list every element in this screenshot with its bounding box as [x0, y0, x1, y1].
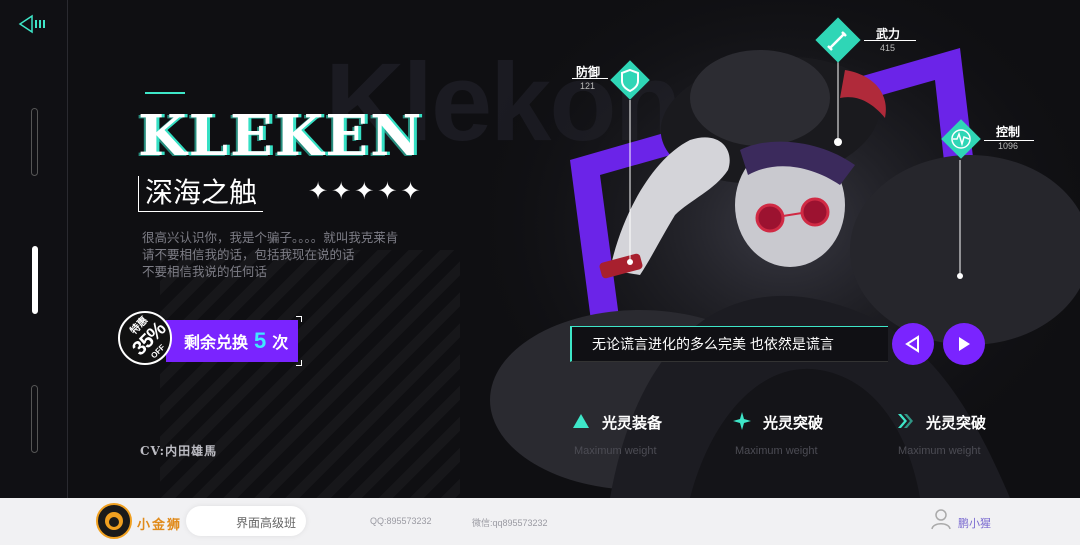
character-name: KLEKEN: [138, 103, 424, 169]
redeem-count: 5: [254, 328, 267, 353]
feature-sub: Maximum weight: [574, 445, 657, 457]
sidebar-scroll-thumb[interactable]: [32, 246, 38, 314]
footer-bar: 小金狮 界面高级班 QQ:895573232 微信:qq895573232 鹏小…: [0, 498, 1080, 545]
stripe-decoration: [160, 250, 460, 498]
title-accent-line: [145, 92, 185, 94]
discount-badge: 特惠 35% OFF: [118, 311, 172, 365]
voice-actor: CV:内田雄馬: [140, 444, 218, 458]
feature-sub: Maximum weight: [898, 445, 981, 457]
sidebar: [0, 0, 68, 498]
star-rating: ✦✦✦✦✦: [308, 178, 424, 205]
brand-name: 小金狮: [137, 517, 183, 532]
stat-label-defense: 防御: [576, 65, 601, 79]
description-line: 不要相信我说的任何话: [142, 265, 268, 279]
character-subtitle: 深海之触: [138, 176, 264, 212]
sidebar-scroll-track-1[interactable]: [31, 108, 38, 176]
qq-contact: QQ:895573232: [370, 516, 432, 526]
stat-value-defense: 121: [580, 81, 596, 91]
prev-button[interactable]: [892, 323, 934, 365]
lion-logo-icon: [96, 503, 132, 539]
stat-label-force: 武力: [876, 27, 901, 41]
wechat-contact: 微信:qq895573232: [472, 518, 548, 528]
author-name: 鹏小猩: [958, 518, 991, 530]
play-right-icon: [959, 337, 970, 351]
feature-label: 光灵装备: [602, 415, 663, 432]
redeem-suffix: 次: [272, 335, 289, 352]
redeem-prefix: 剩余兑换: [184, 335, 249, 352]
sidebar-scroll-track-2[interactable]: [31, 385, 38, 453]
stat-label-control: 控制: [996, 125, 1021, 139]
double-chevron-icon: [898, 414, 913, 428]
feature-label: 光灵突破: [763, 415, 824, 432]
sword-icon: [815, 17, 861, 63]
user-icon: [931, 509, 951, 530]
sparkle-icon: [733, 412, 751, 430]
back-arrow-icon[interactable]: [18, 14, 50, 34]
play-left-icon: [905, 335, 919, 353]
triangle-icon: [573, 414, 589, 428]
quote-text: 无论谎言进化的多么完美 也依然是谎言: [592, 336, 834, 352]
stat-value-control: 1096: [998, 141, 1019, 151]
quote-bar: 无论谎言进化的多么完美 也依然是谎言: [570, 326, 888, 362]
feature-sub: Maximum weight: [735, 445, 818, 457]
game-character-screen: Klekon: [0, 0, 1080, 498]
shield-icon: [610, 60, 650, 100]
pulse-icon: [941, 119, 981, 159]
course-name: 界面高级班: [236, 516, 297, 530]
character-description: 很高兴认识你，我是个骗子。。。。就叫我克莱肯 请不要相信我的话，包括我现在说的话…: [142, 230, 462, 281]
description-line: 很高兴认识你，我是个骗子。。。。就叫我克莱肯: [142, 231, 399, 245]
description-line: 请不要相信我的话，包括我现在说的话: [142, 248, 355, 262]
next-button[interactable]: [943, 323, 985, 365]
stat-value-force: 415: [880, 43, 896, 53]
feature-label: 光灵突破: [926, 415, 987, 432]
redeem-section: 剩余兑换 5 次 特惠 35% OFF: [118, 311, 304, 371]
redeem-button[interactable]: 剩余兑换 5 次: [166, 316, 302, 366]
